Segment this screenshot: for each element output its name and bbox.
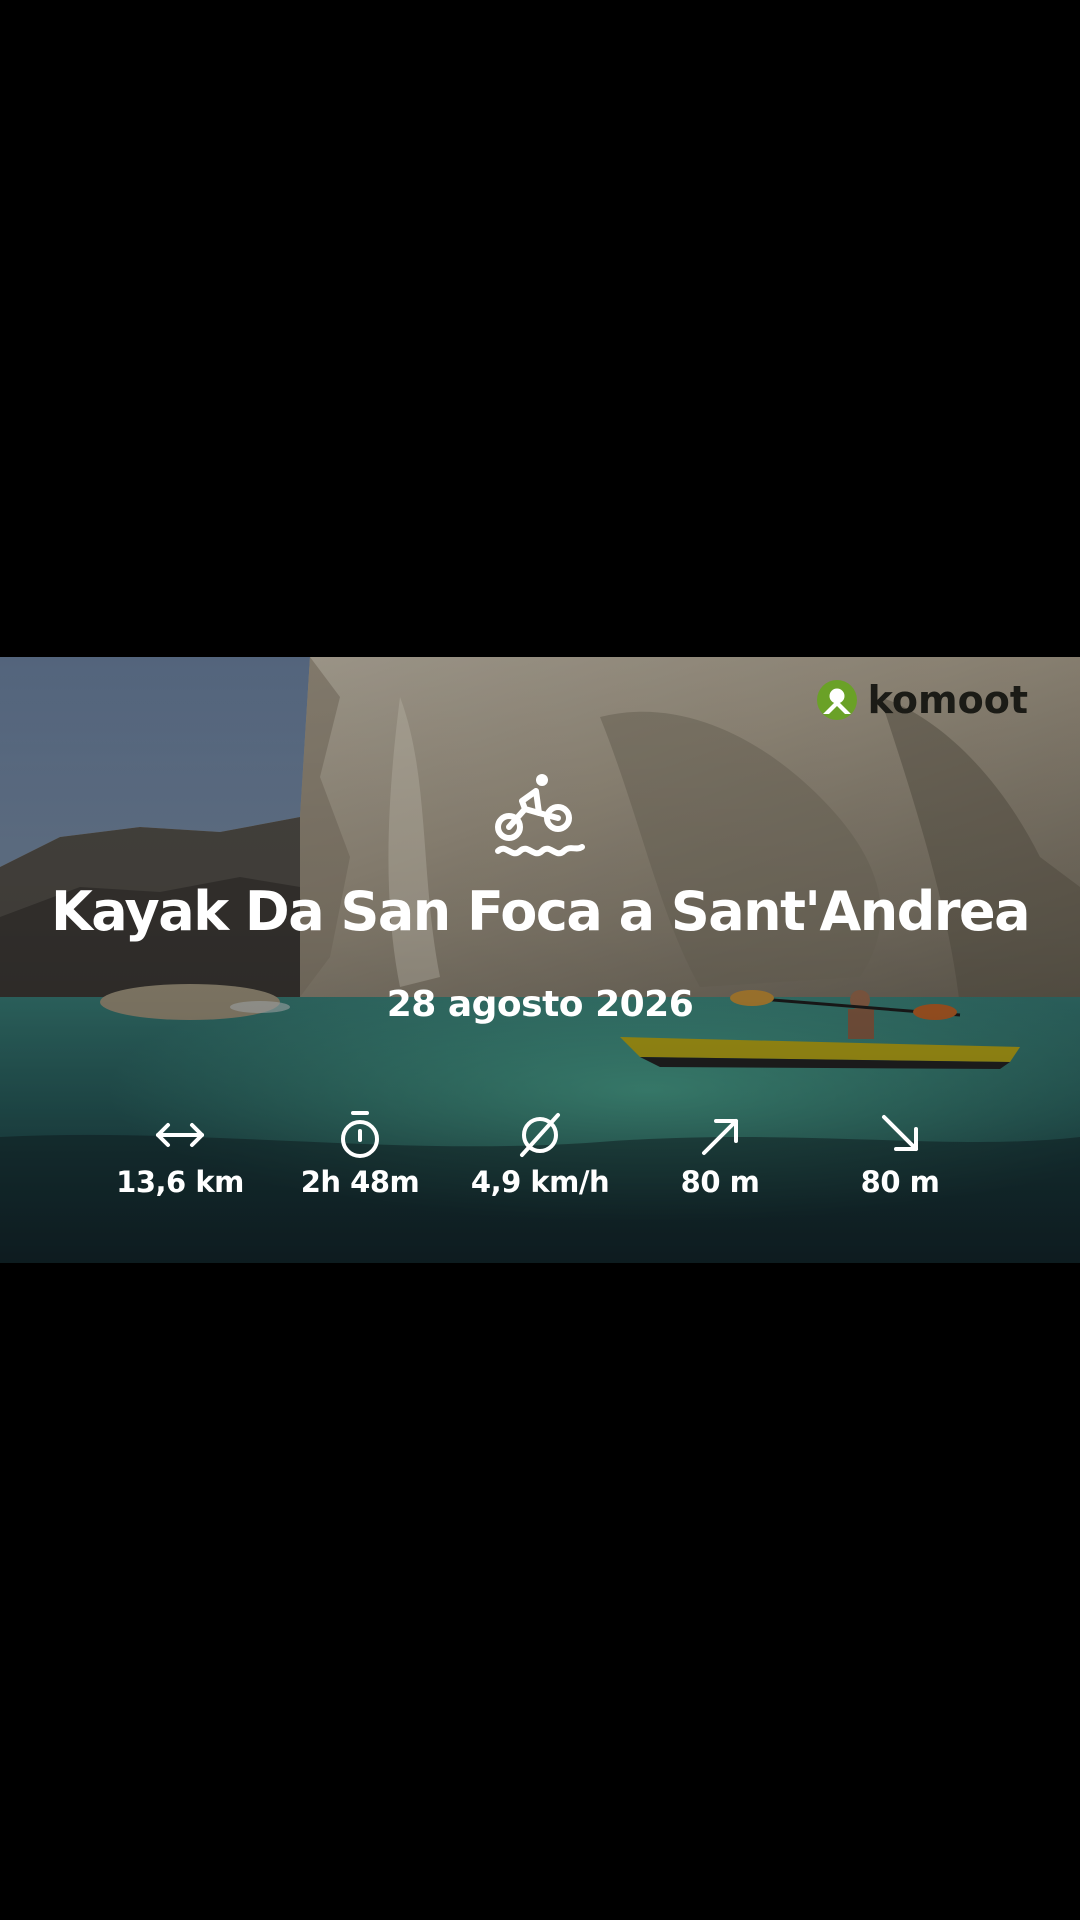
brand-name: komoot	[867, 678, 1028, 722]
stat-distance: 13,6 km	[91, 1109, 269, 1201]
tour-share-card: komoot Kayak Da San Foca a Sant'Andrea 2…	[0, 657, 1080, 1263]
stat-distance-value: 13,6 km	[116, 1165, 244, 1199]
tour-title: Kayak Da San Foca a Sant'Andrea	[50, 880, 1031, 943]
average-speed-icon	[520, 1113, 560, 1157]
bike-and-water-icon	[495, 774, 585, 857]
ascent-arrow-icon	[702, 1119, 738, 1155]
screen: komoot Kayak Da San Foca a Sant'Andrea 2…	[0, 0, 1080, 1920]
stat-duration-value: 2h 48m	[300, 1165, 420, 1199]
stat-average-speed-value: 4,9 km/h	[470, 1165, 610, 1199]
stat-ascent-value: 80 m	[680, 1165, 760, 1199]
distance-arrows-icon	[156, 1123, 204, 1147]
stat-descent-value: 80 m	[860, 1165, 940, 1199]
stat-duration: 2h 48m	[271, 1109, 449, 1201]
tour-date: 28 agosto 2026	[386, 984, 694, 1025]
komoot-logo-icon	[816, 680, 857, 720]
descent-arrow-icon	[882, 1115, 918, 1151]
stat-descent: 80 m	[811, 1109, 989, 1201]
brand-logo: komoot	[816, 679, 1028, 721]
stat-ascent: 80 m	[631, 1109, 809, 1201]
tour-stats: 13,6 km 2h 48m 4,9 km/h 80 m 80 m	[91, 1109, 989, 1201]
stat-average-speed: 4,9 km/h	[451, 1109, 629, 1201]
stopwatch-icon	[341, 1111, 379, 1158]
